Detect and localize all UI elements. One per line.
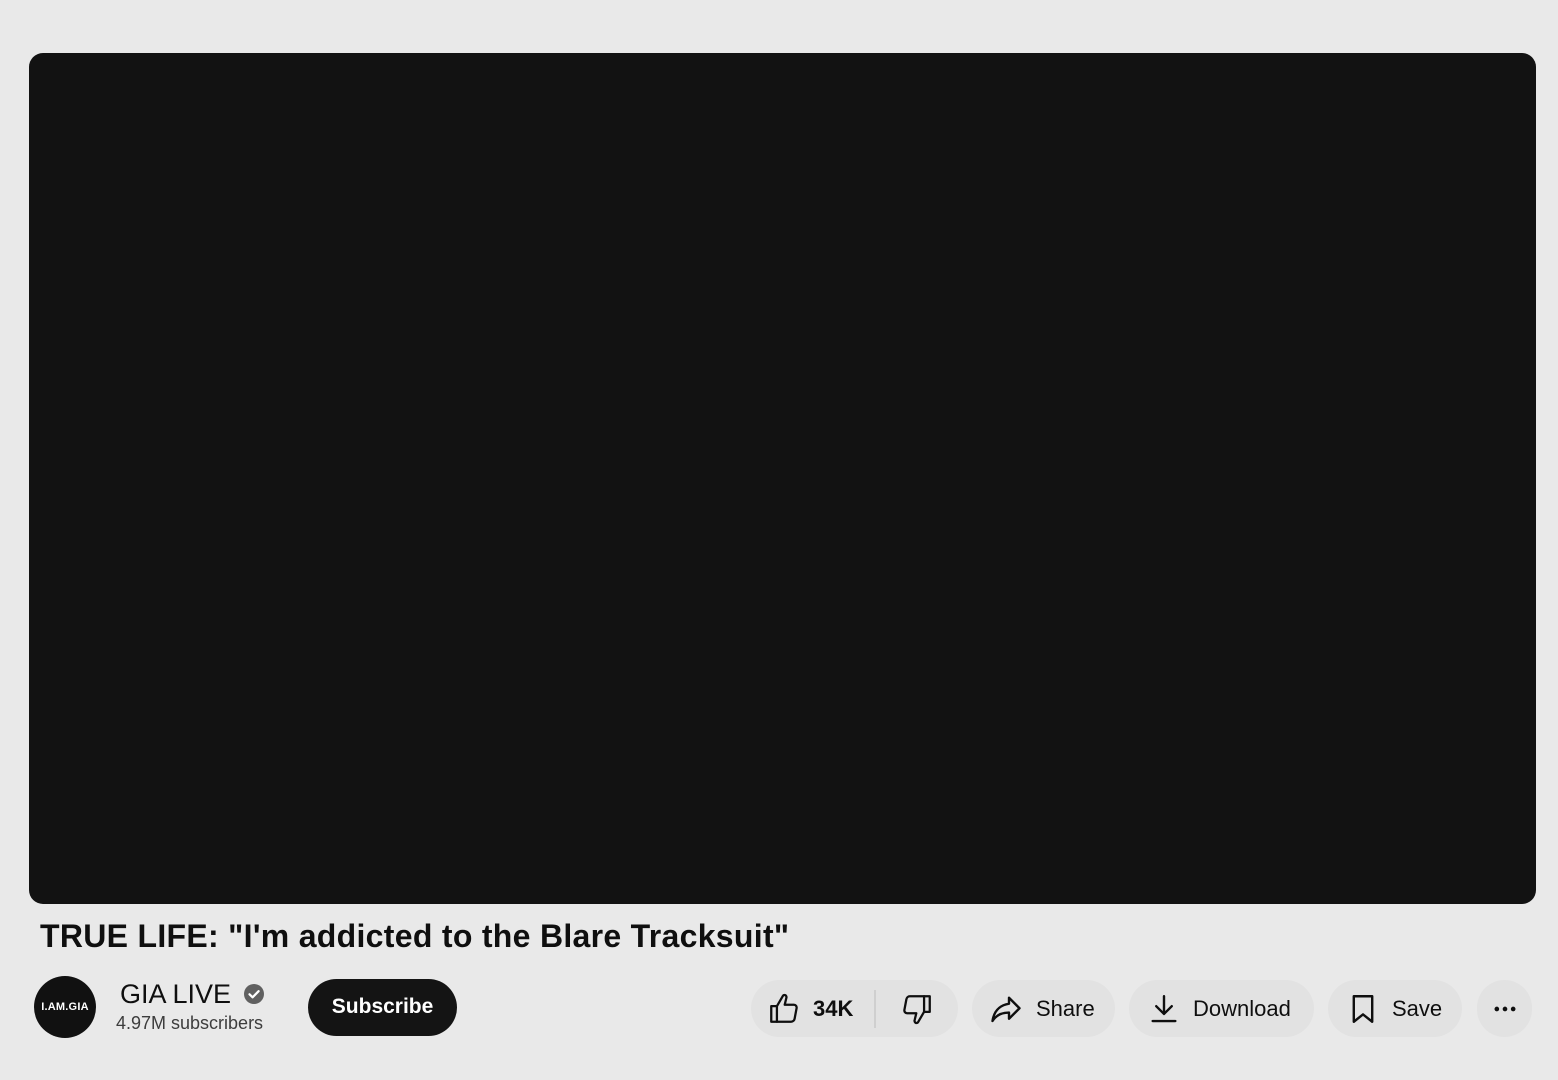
subscribe-button[interactable]: Subscribe <box>308 978 458 1036</box>
channel-name-row: GIA LIVE <box>120 979 265 1009</box>
share-label: Share <box>1036 995 1095 1021</box>
more-horizontal-icon <box>1491 995 1519 1023</box>
download-button[interactable]: Download <box>1129 980 1314 1037</box>
channel-info: GIA LIVE 4.97M subscribers <box>116 979 265 1035</box>
download-label: Download <box>1193 995 1291 1021</box>
more-actions-button[interactable] <box>1477 980 1532 1037</box>
channel-avatar[interactable]: I.AM.GIA <box>34 976 96 1038</box>
share-arrow-icon <box>988 991 1024 1027</box>
subscriber-count: 4.97M subscribers <box>116 1013 264 1033</box>
like-dislike-group: 34K <box>751 980 958 1037</box>
thumbs-up-icon <box>767 992 801 1026</box>
channel-name[interactable]: GIA LIVE <box>120 979 231 1009</box>
thumbs-down-icon <box>900 992 934 1026</box>
share-button[interactable]: Share <box>972 980 1115 1037</box>
dislike-button[interactable] <box>876 980 958 1037</box>
like-button[interactable]: 34K <box>751 989 876 1028</box>
like-count: 34K <box>813 995 854 1021</box>
avatar-text: I.AM.GIA <box>41 1001 89 1013</box>
action-bar: 34K Share Download Save <box>751 980 1532 1037</box>
video-player[interactable] <box>29 53 1536 904</box>
save-label: Save <box>1392 995 1443 1021</box>
video-title: TRUE LIFE: "I'm addicted to the Blare Tr… <box>40 918 790 954</box>
download-icon <box>1147 992 1181 1026</box>
verified-check-icon <box>243 983 265 1005</box>
save-button[interactable]: Save <box>1328 980 1462 1037</box>
bookmark-icon <box>1346 992 1380 1026</box>
owner-row: I.AM.GIA GIA LIVE 4.97M subscribers Subs… <box>34 975 458 1039</box>
